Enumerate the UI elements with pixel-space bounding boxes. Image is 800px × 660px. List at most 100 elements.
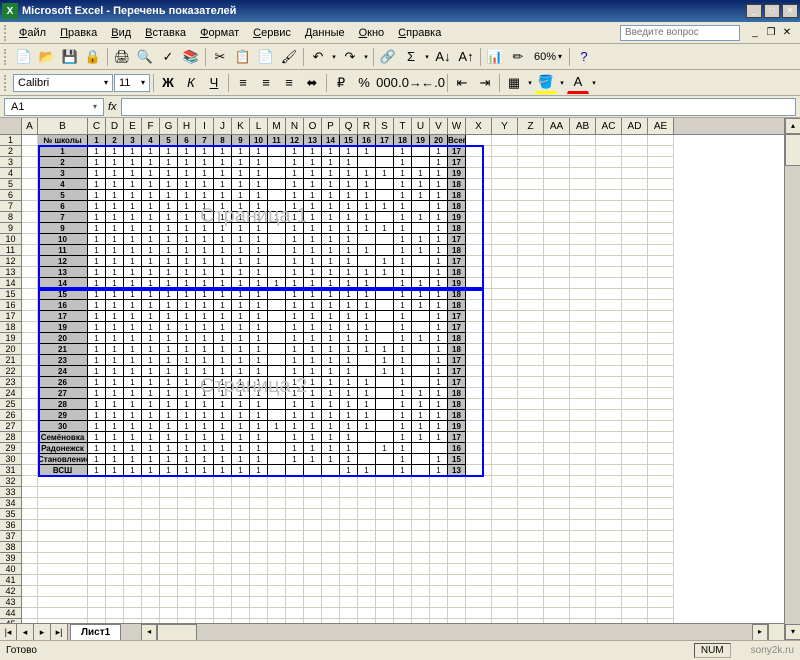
cell[interactable]: 14 xyxy=(38,278,88,289)
cell[interactable]: 1 xyxy=(160,432,178,443)
column-header-A[interactable]: A xyxy=(22,118,38,134)
cell[interactable]: 1 xyxy=(430,267,448,278)
row-header-26[interactable]: 26 xyxy=(0,410,22,421)
vertical-scrollbar[interactable]: ▴ ▾ xyxy=(784,118,800,640)
cell[interactable] xyxy=(570,575,596,586)
row-header-22[interactable]: 22 xyxy=(0,366,22,377)
cell[interactable]: 1 xyxy=(250,267,268,278)
cell[interactable] xyxy=(570,289,596,300)
cell[interactable] xyxy=(570,168,596,179)
cell[interactable] xyxy=(22,608,38,619)
cell[interactable]: 19 xyxy=(448,278,466,289)
cell[interactable]: 1 xyxy=(430,410,448,421)
cell[interactable]: 1 xyxy=(142,300,160,311)
cell[interactable]: 1 xyxy=(178,410,196,421)
cell[interactable]: 1 xyxy=(214,432,232,443)
cell[interactable] xyxy=(286,553,304,564)
cell[interactable] xyxy=(358,531,376,542)
cell[interactable]: 18 xyxy=(448,190,466,201)
cell[interactable]: 1 xyxy=(214,157,232,168)
cell[interactable]: 1 xyxy=(376,168,394,179)
cell[interactable] xyxy=(394,586,412,597)
cell[interactable]: 1 xyxy=(394,454,412,465)
cell[interactable]: 1 xyxy=(160,421,178,432)
cell[interactable]: 1 xyxy=(178,454,196,465)
cell[interactable] xyxy=(622,377,648,388)
cell[interactable] xyxy=(492,531,518,542)
cell[interactable] xyxy=(322,487,340,498)
cell[interactable] xyxy=(466,201,492,212)
cell[interactable] xyxy=(622,168,648,179)
cell[interactable] xyxy=(622,454,648,465)
cell[interactable]: 1 xyxy=(394,157,412,168)
cell[interactable]: 1 xyxy=(232,146,250,157)
cell[interactable]: 1 xyxy=(430,300,448,311)
cell[interactable] xyxy=(322,597,340,608)
cell[interactable] xyxy=(622,333,648,344)
cell[interactable] xyxy=(466,245,492,256)
cell[interactable] xyxy=(466,366,492,377)
cell[interactable] xyxy=(448,531,466,542)
cell[interactable] xyxy=(38,597,88,608)
cell[interactable] xyxy=(322,553,340,564)
decrease-indent-icon[interactable]: ⇤ xyxy=(451,72,473,94)
cell[interactable] xyxy=(304,575,322,586)
cell[interactable] xyxy=(648,443,674,454)
cell[interactable]: 1 xyxy=(214,421,232,432)
cell[interactable]: 1 xyxy=(196,344,214,355)
cell[interactable] xyxy=(622,597,648,608)
cell[interactable] xyxy=(492,267,518,278)
cell[interactable] xyxy=(88,553,106,564)
cell[interactable] xyxy=(322,465,340,476)
cell[interactable]: 1 xyxy=(142,410,160,421)
cell[interactable]: 1 xyxy=(304,256,322,267)
column-header-M[interactable]: M xyxy=(268,118,286,134)
cell[interactable]: 1 xyxy=(304,399,322,410)
cell[interactable]: 1 xyxy=(196,289,214,300)
cell[interactable] xyxy=(88,487,106,498)
cell[interactable]: 1 xyxy=(322,377,340,388)
cell[interactable] xyxy=(376,619,394,623)
cell[interactable] xyxy=(648,465,674,476)
cell[interactable]: 1 xyxy=(286,311,304,322)
cell[interactable]: 1 xyxy=(358,421,376,432)
cell[interactable] xyxy=(492,619,518,623)
cell[interactable]: 1 xyxy=(394,278,412,289)
cell[interactable] xyxy=(22,366,38,377)
cell[interactable] xyxy=(466,520,492,531)
cell[interactable]: 1 xyxy=(358,212,376,223)
cell[interactable] xyxy=(268,366,286,377)
cell[interactable] xyxy=(596,366,622,377)
cell[interactable]: Семёновка xyxy=(38,432,88,443)
cell[interactable]: 1 xyxy=(214,443,232,454)
row-header-41[interactable]: 41 xyxy=(0,575,22,586)
cell[interactable]: 1 xyxy=(304,212,322,223)
cell[interactable]: 1 xyxy=(394,212,412,223)
cell[interactable] xyxy=(340,586,358,597)
cell[interactable] xyxy=(648,344,674,355)
cell[interactable] xyxy=(376,520,394,531)
cell[interactable] xyxy=(430,564,448,575)
cell[interactable]: 23 xyxy=(38,355,88,366)
row-header-40[interactable]: 40 xyxy=(0,564,22,575)
cell[interactable] xyxy=(492,179,518,190)
cut-icon[interactable]: ✂ xyxy=(209,46,231,68)
cell[interactable]: 1 xyxy=(232,168,250,179)
row-header-20[interactable]: 20 xyxy=(0,344,22,355)
cell[interactable] xyxy=(22,531,38,542)
cell[interactable] xyxy=(570,443,596,454)
cell[interactable]: 1 xyxy=(88,333,106,344)
cell[interactable] xyxy=(376,278,394,289)
cell[interactable]: 21 xyxy=(38,344,88,355)
cell[interactable] xyxy=(622,399,648,410)
currency-icon[interactable]: ₽ xyxy=(330,72,352,94)
cell[interactable] xyxy=(22,212,38,223)
cell[interactable] xyxy=(412,322,430,333)
cell[interactable]: 1 xyxy=(160,355,178,366)
cell[interactable]: 1 xyxy=(214,344,232,355)
cell[interactable]: 1 xyxy=(142,146,160,157)
cell[interactable]: 1 xyxy=(142,168,160,179)
cell[interactable] xyxy=(322,575,340,586)
cell[interactable] xyxy=(648,586,674,597)
cell[interactable]: 1 xyxy=(286,201,304,212)
